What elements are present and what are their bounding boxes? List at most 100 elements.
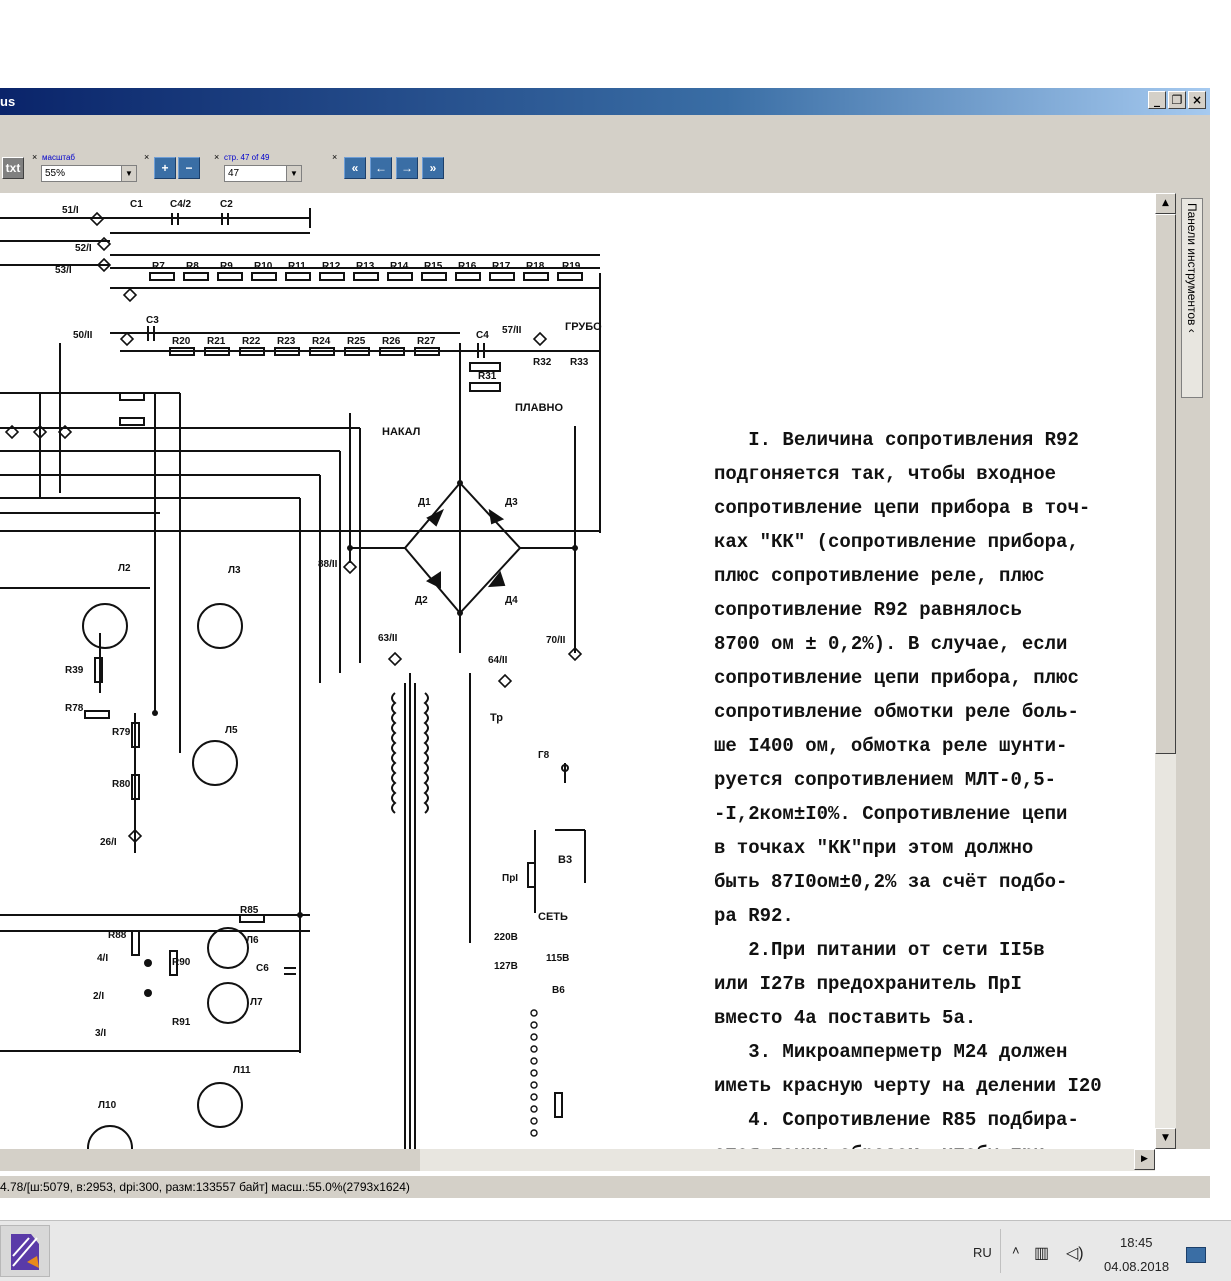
document-line: I. Величина сопротивления R92 bbox=[714, 429, 1079, 451]
svg-text:Тр: Тр bbox=[490, 712, 503, 724]
document-line: плюс сопротивление реле, плюс bbox=[714, 565, 1045, 587]
document-viewport[interactable]: 51/I 52/I 53/I C1 C4/2 C2 R7 R8 R9 R10 R11 R12 R… bbox=[0, 193, 1155, 1149]
close-icon[interactable]: × bbox=[332, 153, 337, 162]
scroll-down-button[interactable]: ▼ bbox=[1155, 1128, 1176, 1149]
clock-date[interactable]: 04.08.2018 bbox=[1104, 1259, 1169, 1274]
close-button[interactable]: × bbox=[1188, 91, 1206, 109]
last-page-button[interactable]: » bbox=[422, 157, 444, 179]
svg-text:R31: R31 bbox=[478, 371, 497, 382]
hscroll-spacer bbox=[0, 1149, 420, 1171]
language-indicator[interactable]: RU bbox=[973, 1245, 992, 1260]
show-desktop-icon[interactable] bbox=[1186, 1247, 1206, 1263]
svg-text:127В: 127В bbox=[494, 961, 518, 972]
window-controls: _ ❐ × bbox=[1148, 91, 1206, 109]
restore-button[interactable]: ❐ bbox=[1168, 91, 1186, 109]
next-page-button[interactable]: → bbox=[396, 157, 418, 179]
svg-text:Д3: Д3 bbox=[505, 497, 518, 508]
resistor-row-top bbox=[149, 272, 583, 281]
svg-text:R10: R10 bbox=[254, 261, 273, 272]
taskbar-app-button[interactable] bbox=[0, 1225, 50, 1277]
svg-text:64/II: 64/II bbox=[488, 655, 508, 666]
document-line: -I,2ком±I0%. Сопротивление цепи bbox=[714, 803, 1068, 825]
scroll-thumb[interactable] bbox=[1155, 214, 1176, 754]
document-line: руется сопротивлением МЛТ-0,5- bbox=[714, 769, 1057, 791]
zoom-label: масштаб bbox=[42, 153, 75, 162]
scroll-right-button[interactable]: ▶ bbox=[1134, 1149, 1155, 1170]
taskbar: RU ˄ ▥ ◁) 18:45 04.08.2018 bbox=[0, 1220, 1231, 1281]
svg-text:Д4: Д4 bbox=[505, 595, 518, 606]
chevron-down-icon[interactable]: ▼ bbox=[121, 166, 136, 181]
page-select[interactable]: 47 ▼ bbox=[224, 165, 302, 182]
svg-text:ГРУБО: ГРУБО bbox=[565, 321, 602, 333]
document-line: 8700 ом ± 0,2%). В случае, если bbox=[714, 633, 1068, 655]
minimize-button[interactable]: _ bbox=[1148, 91, 1166, 109]
svg-text:C4: C4 bbox=[476, 330, 489, 341]
txt-group: txt bbox=[0, 153, 32, 183]
document-line: сопротивление обмотки реле боль- bbox=[714, 701, 1079, 723]
document-line: 4. Сопротивление R85 подбира- bbox=[714, 1109, 1079, 1131]
svg-text:R78: R78 bbox=[65, 703, 84, 714]
chevron-up-icon[interactable]: ˄ bbox=[1012, 1243, 1020, 1258]
tools-panel-tab[interactable]: Панели инструментов ‹ bbox=[1181, 198, 1203, 398]
txt-button[interactable]: txt bbox=[2, 157, 24, 179]
document-line: подгоняется так, чтобы входное bbox=[714, 463, 1057, 485]
terminals bbox=[4, 211, 583, 844]
close-icon[interactable]: × bbox=[32, 153, 37, 162]
svg-text:Л3: Л3 bbox=[228, 565, 241, 576]
svg-text:52/I: 52/I bbox=[75, 243, 92, 254]
svg-text:Л10: Л10 bbox=[98, 1100, 117, 1111]
page-value: 47 bbox=[228, 168, 240, 179]
svg-text:ПрI: ПрI bbox=[502, 873, 518, 884]
svg-text:C1: C1 bbox=[130, 199, 143, 210]
svg-text:R26: R26 bbox=[382, 336, 401, 347]
svg-text:53/I: 53/I bbox=[55, 265, 72, 276]
zoom-out-button[interactable]: − bbox=[178, 157, 200, 179]
network-icon[interactable]: ▥ bbox=[1034, 1243, 1049, 1263]
toolbar: txt × масштаб 55% ▼ × + − × стр. 47 of 4… bbox=[0, 115, 1210, 193]
svg-text:R13: R13 bbox=[356, 261, 375, 272]
window-titlebar[interactable]: us _ ❐ × bbox=[0, 88, 1210, 115]
svg-text:57/II: 57/II bbox=[502, 325, 522, 336]
zoom-select[interactable]: 55% ▼ bbox=[41, 165, 137, 182]
document-line: сопротивление цепи прибора, плюс bbox=[714, 667, 1079, 689]
tray-separator bbox=[1000, 1229, 1001, 1273]
svg-text:R39: R39 bbox=[65, 665, 84, 676]
svg-text:220В: 220В bbox=[494, 932, 518, 943]
zoom-in-button[interactable]: + bbox=[154, 157, 176, 179]
svg-text:R17: R17 bbox=[492, 261, 511, 272]
svg-text:R79: R79 bbox=[112, 727, 131, 738]
prev-page-button[interactable]: ← bbox=[370, 157, 392, 179]
svg-text:R32: R32 bbox=[533, 357, 552, 368]
svg-text:В6: В6 bbox=[552, 985, 565, 996]
svg-text:R25: R25 bbox=[347, 336, 366, 347]
svg-text:R80: R80 bbox=[112, 779, 131, 790]
document-line: 2.При питании от сети II5в bbox=[714, 939, 1045, 961]
svg-text:Д1: Д1 bbox=[418, 497, 431, 508]
svg-text:63/II: 63/II bbox=[378, 633, 398, 644]
vertical-scrollbar[interactable]: ▲ ▼ bbox=[1155, 193, 1176, 1149]
svg-text:Г8: Г8 bbox=[538, 750, 550, 761]
scroll-up-button[interactable]: ▲ bbox=[1155, 193, 1176, 214]
document-line: в точках "КК"при этом должно bbox=[714, 837, 1034, 859]
close-icon[interactable]: × bbox=[214, 153, 219, 162]
horizontal-scrollbar[interactable]: ▶ bbox=[420, 1149, 1155, 1171]
clock-time[interactable]: 18:45 bbox=[1120, 1235, 1153, 1250]
zoom-buttons-group: × + − bbox=[142, 153, 212, 183]
svg-text:R24: R24 bbox=[312, 336, 331, 347]
svg-text:Л6: Л6 bbox=[246, 935, 259, 946]
svg-text:Л7: Л7 bbox=[250, 997, 263, 1008]
document-line: или I27в предохранитель ПрI bbox=[714, 973, 1022, 995]
chevron-down-icon[interactable]: ▼ bbox=[286, 166, 301, 181]
svg-text:70/II: 70/II bbox=[546, 635, 566, 646]
svg-text:Л5: Л5 bbox=[225, 725, 238, 736]
svg-text:R12: R12 bbox=[322, 261, 341, 272]
svg-text:СЕТЬ: СЕТЬ bbox=[538, 911, 568, 923]
first-page-button[interactable]: « bbox=[344, 157, 366, 179]
close-icon[interactable]: × bbox=[144, 153, 149, 162]
svg-text:R19: R19 bbox=[562, 261, 581, 272]
speaker-icon[interactable]: ◁) bbox=[1066, 1243, 1084, 1263]
svg-text:R22: R22 bbox=[242, 336, 261, 347]
svg-text:R90: R90 bbox=[172, 957, 191, 968]
document-text: I. Величина сопротивления R92 подгоняется… bbox=[714, 423, 1134, 1149]
svg-text:R27: R27 bbox=[417, 336, 436, 347]
